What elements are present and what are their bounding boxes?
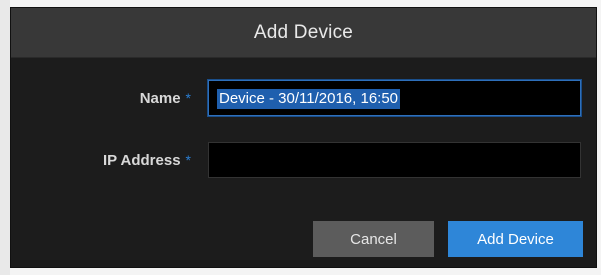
name-input-value: Device - 30/11/2016, 16:50: [217, 89, 401, 109]
cancel-button[interactable]: Cancel: [313, 221, 434, 257]
ip-address-row: IP Address *: [11, 142, 596, 178]
dialog-header: Add Device: [11, 8, 596, 58]
dialog-title: Add Device: [253, 21, 354, 43]
ip-address-label-text: IP Address: [103, 152, 181, 169]
ip-address-label: IP Address *: [103, 142, 191, 178]
name-label-text: Name: [139, 90, 181, 107]
page-backdrop-edge: [0, 0, 10, 275]
ip-address-input[interactable]: [208, 142, 581, 178]
name-label: Name *: [140, 80, 191, 116]
name-required-marker: *: [185, 90, 191, 106]
add-device-dialog: Add Device Name * Device - 30/11/2016, 16…: [10, 7, 597, 268]
name-row: Name * Device - 30/11/2016, 16:50: [11, 80, 596, 116]
name-input[interactable]: Device - 30/11/2016, 16:50: [208, 80, 581, 116]
ip-address-required-marker: *: [185, 152, 191, 168]
add-device-button[interactable]: Add Device: [448, 221, 583, 257]
